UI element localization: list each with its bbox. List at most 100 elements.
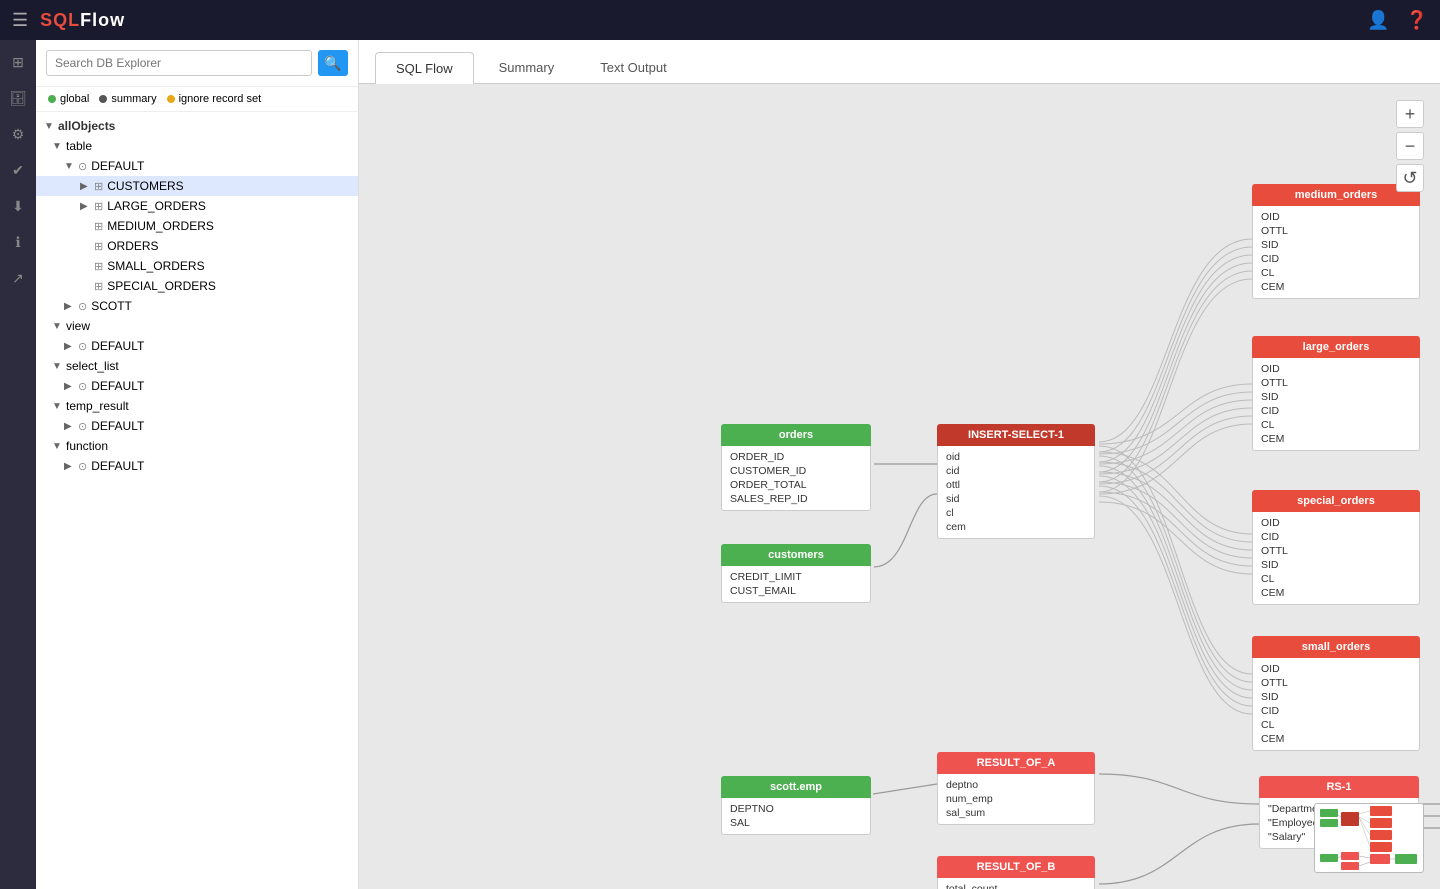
tree-view[interactable]: ▼ view [36,316,358,336]
field-roa-sal-sum: sal_sum [946,806,1086,820]
node-result-of-a[interactable]: RESULT_OF_A deptno num_emp sal_sum [937,752,1095,825]
tree-view-default-label: DEFAULT [91,339,144,353]
icon-bar-settings[interactable]: ⚙ [4,120,32,148]
node-result-of-b-header: RESULT_OF_B [937,856,1095,878]
tree-special-orders[interactable]: ⊞ SPECIAL_ORDERS [36,276,358,296]
legend-global-dot [48,95,56,103]
search-input[interactable] [46,50,312,76]
node-result-of-a-header: RESULT_OF_A [937,752,1095,774]
node-insert-select-1[interactable]: INSERT-SELECT-1 oid cid ottl sid cl cem [937,424,1095,539]
node-special-orders[interactable]: special_orders OID CID OTTL SID CL CEM [1252,490,1420,605]
arrow-table: ▼ [52,141,62,152]
tree-select-list-default-label: DEFAULT [91,379,144,393]
node-insert-select-1-body: oid cid ottl sid cl cem [937,446,1095,539]
field-mo-sid: SID [1261,238,1411,252]
field-smo-cl: CL [1261,718,1411,732]
node-medium-orders-header: medium_orders [1252,184,1420,206]
user-icon[interactable]: 👤 [1367,10,1389,31]
field-order-id: ORDER_ID [730,450,862,464]
field-lo-cl: CL [1261,418,1411,432]
tree-function[interactable]: ▼ function [36,436,358,456]
sidebar-search: 🔍 [36,40,358,87]
menu-icon[interactable]: ☰ [12,10,28,31]
refresh-button[interactable]: ↺ [1396,164,1424,192]
zoom-controls: + − ↺ [1396,100,1424,192]
tab-textoutput[interactable]: Text Output [579,51,687,83]
tree-select-list[interactable]: ▼ select_list [36,356,358,376]
node-special-orders-body: OID CID OTTL SID CL CEM [1252,512,1420,605]
node-special-orders-header: special_orders [1252,490,1420,512]
field-smo-sid: SID [1261,690,1411,704]
node-orders[interactable]: orders ORDER_ID CUSTOMER_ID ORDER_TOTAL … [721,424,871,511]
tree-orders[interactable]: ⊞ ORDERS [36,236,358,256]
tree-function-default[interactable]: ▶ ⊙ DEFAULT [36,456,358,476]
node-customers[interactable]: customers CREDIT_LIMIT CUST_EMAIL [721,544,871,603]
tree-large-orders-label: LARGE_ORDERS [107,199,206,213]
icon-special-orders: ⊞ [94,280,103,293]
app-logo: SQLFlow [40,10,125,31]
icon-bar-info[interactable]: ℹ [4,228,32,256]
tree-large-orders[interactable]: ▶ ⊞ LARGE_ORDERS [36,196,358,216]
field-rob-total-count: total_count [946,882,1086,889]
legend-summary-dot [99,95,107,103]
field-cl: cl [946,506,1086,520]
icon-bar-check[interactable]: ✔ [4,156,32,184]
tree-allObjects[interactable]: ▼ allObjects [36,116,358,136]
node-customers-header: customers [721,544,871,566]
help-icon[interactable]: ❓ [1406,10,1428,31]
field-smo-oid: OID [1261,662,1411,676]
tree-temp-result-default[interactable]: ▶ ⊙ DEFAULT [36,416,358,436]
field-credit-limit: CREDIT_LIMIT [730,570,862,584]
node-scott-emp[interactable]: scott.emp DEPTNO SAL [721,776,871,835]
minimap[interactable] [1314,803,1424,873]
node-large-orders[interactable]: large_orders OID OTTL SID CID CL CEM [1252,336,1420,451]
field-lo-oid: OID [1261,362,1411,376]
icon-bar-home[interactable]: ⊞ [4,48,32,76]
icon-orders: ⊞ [94,240,103,253]
icon-large-orders: ⊞ [94,200,103,213]
arrow-allObjects: ▼ [44,121,54,132]
tree-medium-orders[interactable]: ⊞ MEDIUM_ORDERS [36,216,358,236]
tree-scott[interactable]: ▶ ⊙ SCOTT [36,296,358,316]
node-result-of-b[interactable]: RESULT_OF_B total_count total_sal [937,856,1095,889]
tree-table[interactable]: ▼ table [36,136,358,156]
tree-temp-result[interactable]: ▼ temp_result [36,396,358,416]
sidebar-tree: ▼ allObjects ▼ table ▼ ⊙ DEFAULT ▶ ⊞ CUS… [36,112,358,889]
search-button[interactable]: 🔍 [318,50,348,76]
node-medium-orders[interactable]: medium_orders OID OTTL SID CID CL CEM [1252,184,1420,299]
icon-bar-share[interactable]: ↗ [4,264,32,292]
node-small-orders-body: OID OTTL SID CID CL CEM [1252,658,1420,751]
tab-summary[interactable]: Summary [478,51,576,83]
icon-customers: ⊞ [94,180,103,193]
node-rs1-header: RS-1 [1259,776,1419,798]
right-area: SQL Flow Summary Text Output [359,40,1440,889]
node-small-orders-header: small_orders [1252,636,1420,658]
tree-orders-label: ORDERS [107,239,158,253]
tree-small-orders[interactable]: ⊞ SMALL_ORDERS [36,256,358,276]
tree-table-default-label: DEFAULT [91,159,144,173]
zoom-in-button[interactable]: + [1396,100,1424,128]
arrow-temp-result-default: ▶ [64,421,74,432]
field-oid: oid [946,450,1086,464]
icon-bar: ⊞ 🗄 ⚙ ✔ ⬇ ℹ ↗ [0,40,36,889]
tree-select-list-default[interactable]: ▶ ⊙ DEFAULT [36,376,358,396]
tree-customers-label: CUSTOMERS [107,179,183,193]
node-small-orders[interactable]: small_orders OID OTTL SID CID CL CEM [1252,636,1420,751]
icon-bar-download[interactable]: ⬇ [4,192,32,220]
field-mo-cem: CEM [1261,280,1411,294]
tab-sqlflow[interactable]: SQL Flow [375,52,474,84]
icon-table-default: ⊙ [78,160,87,173]
field-lo-cid: CID [1261,404,1411,418]
tree-special-orders-label: SPECIAL_ORDERS [107,279,216,293]
tree-table-default[interactable]: ▼ ⊙ DEFAULT [36,156,358,176]
icon-temp-result-default: ⊙ [78,420,87,433]
tree-customers[interactable]: ▶ ⊞ CUSTOMERS [36,176,358,196]
canvas-area: orders ORDER_ID CUSTOMER_ID ORDER_TOTAL … [359,84,1440,889]
tree-view-default[interactable]: ▶ ⊙ DEFAULT [36,336,358,356]
node-customers-body: CREDIT_LIMIT CUST_EMAIL [721,566,871,603]
arrow-view-default: ▶ [64,341,74,352]
tree-function-default-label: DEFAULT [91,459,144,473]
icon-bar-db[interactable]: 🗄 [4,84,32,112]
zoom-out-button[interactable]: − [1396,132,1424,160]
field-sid: sid [946,492,1086,506]
